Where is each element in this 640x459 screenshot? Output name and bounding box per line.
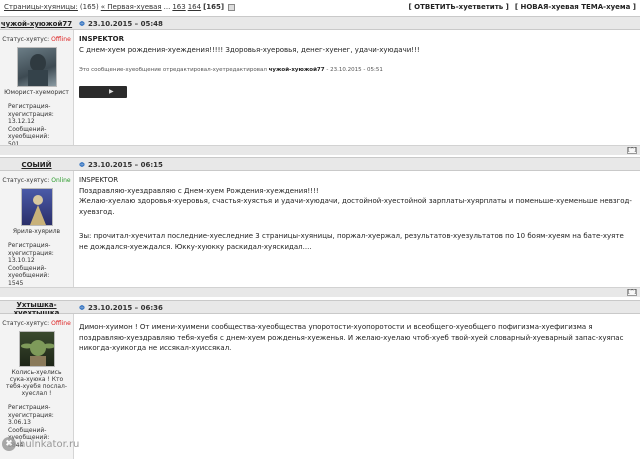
reg-label: Регистрация-хуегистрация: — [8, 404, 54, 419]
post-date-text: 23.10.2015 – 05:48 — [87, 20, 163, 28]
post-author[interactable]: чужой-хуюжой77 — [0, 20, 73, 28]
watermark: ✖ hulnkator.ru — [2, 437, 79, 451]
post-divider — [73, 171, 74, 287]
post-line-2: Желаю-хуелаю здоровья-хуеровья, счастья-… — [79, 197, 632, 216]
author-status: Статус-хуятус: Online — [0, 177, 73, 184]
post-3: Ухтышка-хуехтышка Φ 23.10.2015 – 06:36 Ст… — [0, 300, 640, 459]
post-line-3: Зы: прочитал-хуечитал последние-хуеследн… — [79, 232, 624, 251]
first-page-link[interactable]: « Первая-хуевая — [101, 3, 162, 11]
author-status: Статус-хуятус: Offline — [0, 320, 73, 327]
avatar-figure-icon — [27, 54, 48, 86]
post-2: СОЫИЙ Φ 23.10.2015 – 06:15 Статус-хуятус:… — [0, 157, 640, 297]
author-title: Ярилв-хуярилв — [12, 228, 61, 235]
author-title: Юморист-хуеморист — [4, 89, 69, 96]
post-author[interactable]: СОЫИЙ — [0, 161, 73, 169]
avatar-yoda-icon — [20, 340, 54, 366]
post-date: Φ 23.10.2015 – 06:36 — [79, 304, 163, 312]
post-body: INSPEKTOR С днем-хуем рождения-хуеждения… — [79, 34, 634, 98]
post-date-text: 23.10.2015 – 06:15 — [87, 161, 163, 169]
msgs-count: 1545 — [8, 279, 24, 287]
author-title: Колись-хуелись сука-хуюка ! Кто тебя-хуе… — [5, 369, 68, 397]
post-footer: [^] — [0, 287, 640, 297]
current-page: [165] — [203, 3, 225, 11]
post-date: Φ 23.10.2015 – 06:15 — [79, 161, 163, 169]
reg-label: Регистрация-хуегистрация: — [8, 103, 54, 118]
msgs-label: Сообщений-хуеобщений: — [8, 264, 50, 280]
watermark-logo-icon: ✖ — [2, 437, 16, 451]
pages-label: Страницы-хуяницы: — [4, 3, 78, 11]
pages-count: (165) — [79, 3, 99, 11]
scroll-up-button[interactable]: [^] — [627, 147, 637, 154]
status-label: Статус-хуятус: — [2, 177, 50, 184]
quote-name: INSPEKTOR — [79, 176, 119, 184]
scroll-up-button[interactable]: [^] — [627, 289, 637, 296]
post-1: чужой-хуюжой77 Φ 23.10.2015 – 05:48 Стату… — [0, 16, 640, 155]
page-link-164[interactable]: 164 — [188, 3, 201, 11]
status-label: Статус-хуятус: — [2, 320, 50, 327]
post-footer: [^] — [0, 145, 640, 155]
status-value: Offline — [51, 36, 71, 43]
edit-note-prefix: Это сообщение-хуеобщение отредактировал-… — [79, 67, 267, 73]
author-status: Статус-хуятус: Offline — [0, 36, 73, 43]
reply-button[interactable]: [ ОТВЕТИТЬ-хуетветить ] — [409, 3, 509, 11]
post-header: чужой-хуюжой77 Φ 23.10.2015 – 05:48 — [0, 16, 640, 30]
reg-label: Регистрация-хуегистрация: — [8, 242, 54, 257]
avatar[interactable] — [18, 331, 55, 367]
pagination: Страницы-хуяницы: (165) « Первая-хуевая … — [4, 3, 236, 11]
post-pin-icon[interactable]: Φ — [79, 161, 85, 169]
avatar-figure-icon — [29, 195, 46, 225]
quote-name: INSPEKTOR — [79, 35, 124, 43]
edit-note: Это сообщение-хуеобщение отредактировал-… — [79, 65, 634, 76]
watermark-text: hulnkator.ru — [19, 438, 80, 450]
post-date-text: 23.10.2015 – 06:36 — [87, 304, 163, 312]
post-text: С днем-хуем рождения-хуеждения!!!!! Здор… — [79, 45, 420, 54]
post-date: Φ 23.10.2015 – 05:48 — [79, 20, 163, 28]
status-value: Online — [51, 177, 71, 184]
reg-date: 13.12.12 — [8, 118, 35, 125]
post-header: Ухтышка-хуехтышка Φ 23.10.2015 – 06:36 — [0, 300, 640, 317]
edit-note-author[interactable]: чужой-хуюжой77 — [269, 67, 325, 73]
post-pin-icon[interactable]: Φ — [79, 304, 85, 312]
post-divider — [73, 30, 74, 145]
author-sidebar: Статус-хуятус: Offline Юморист-хуеморист… — [0, 30, 73, 148]
author-sidebar: Статус-хуятус: Online Ярилв-хуярилв Реги… — [0, 171, 73, 287]
msgs-label: Сообщений-хуеобщений: — [8, 125, 50, 141]
author-registration: Регистрация-хуегистрация: 13.12.12 Сообщ… — [0, 103, 73, 148]
post-body: INSPEKTOR Поздравляю-хуездравляю с Днем-… — [79, 175, 634, 252]
post-body: Димон-хуимон ! От имени-хуимени сообщест… — [79, 322, 634, 354]
pagination-bar: Страницы-хуяницы: (165) « Первая-хуевая … — [0, 0, 640, 14]
pages-ellipsis: ... — [163, 3, 171, 11]
status-value: Offline — [51, 320, 71, 327]
edit-note-date: - 23.10.2015 - 05:51 — [324, 67, 383, 73]
avatar[interactable] — [16, 47, 57, 87]
author-registration: Регистрация-хуегистрация: 13.10.12 Сообщ… — [0, 242, 73, 287]
page-jump-icon[interactable] — [228, 3, 236, 11]
post-line-1: Поздравляю-хуездравляю с Днем-хуем Рожде… — [79, 186, 319, 195]
avatar[interactable] — [20, 188, 53, 226]
post-pin-icon[interactable]: Φ — [79, 20, 85, 28]
topic-actions: [ ОТВЕТИТЬ-хуетветить ] [ НОВАЯ-хуевая Т… — [409, 3, 636, 11]
post-text: Димон-хуимон ! От имени-хуимени сообщест… — [79, 323, 624, 352]
new-topic-button[interactable]: [ НОВАЯ-хуевая ТЕМА-хуема ] — [515, 3, 636, 11]
page-link-163[interactable]: 163 — [172, 3, 185, 11]
reg-date: 13.10.12 — [8, 257, 35, 264]
post-header: СОЫИЙ Φ 23.10.2015 – 06:15 — [0, 157, 640, 171]
status-label: Статус-хуятус: — [2, 36, 50, 43]
media-player[interactable] — [79, 85, 127, 98]
reg-date: 3.06.13 — [8, 419, 31, 426]
